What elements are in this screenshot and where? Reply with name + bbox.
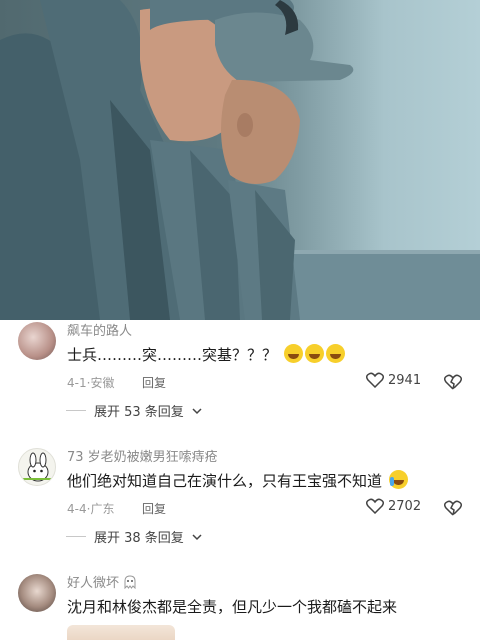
comment-text-body: 士兵………突………突基？？？ [67, 346, 278, 364]
heart-icon [366, 372, 384, 388]
expand-replies-button[interactable]: 展开 38 条回复 [66, 527, 202, 546]
comment-item: 好人微坏 沈月和林俊杰都是全责，但凡少一个我都磕不起来 [0, 572, 480, 640]
comment-location: 广东 [90, 502, 115, 516]
like-button[interactable]: 2941 [366, 372, 421, 388]
video-frame[interactable] [0, 0, 480, 320]
broken-heart-icon[interactable] [444, 500, 462, 516]
laugh-cry-emoji-icon [388, 470, 408, 489]
grin-emoji-icon [283, 344, 303, 363]
avatar[interactable] [18, 448, 56, 486]
chevron-down-icon [192, 533, 202, 540]
comment-text: 他们绝对知道自己在演什么，只有王宝强不知道 [67, 470, 408, 491]
soldiers-illustration [0, 0, 354, 320]
grin-emoji-icon [304, 344, 324, 363]
reply-button[interactable]: 回复 [142, 500, 166, 517]
comment-item: 飙车的路人 士兵………突………突基？？？ 4-1·安徽 回复 2941 展开 5… [0, 320, 480, 430]
comment-item: 73 岁老奶被嫩男狂嗦痔疮 他们绝对知道自己在演什么，只有王宝强不知道 4-4·… [0, 446, 480, 556]
ghost-icon [124, 575, 136, 590]
avatar[interactable] [18, 574, 56, 612]
divider-line [66, 536, 86, 537]
reply-button[interactable]: 回复 [142, 374, 166, 391]
avatar[interactable] [18, 322, 56, 360]
comments-panel: 飙车的路人 士兵………突………突基？？？ 4-1·安徽 回复 2941 展开 5… [0, 320, 480, 640]
expand-replies-label: 展开 38 条回复 [94, 531, 184, 546]
comment-date: 4-1 [67, 376, 87, 390]
comment-text: 士兵………突………突基？？？ [67, 344, 345, 365]
broken-heart-icon[interactable] [444, 374, 462, 390]
heart-icon [366, 498, 384, 514]
expand-replies-button[interactable]: 展开 53 条回复 [66, 401, 202, 420]
like-count: 2702 [388, 498, 422, 514]
comment-text: 沈月和林俊杰都是全责，但凡少一个我都磕不起来 [67, 598, 398, 616]
comment-meta: 4-1·安徽 [67, 374, 114, 391]
expand-replies-label: 展开 53 条回复 [94, 405, 184, 420]
comment-date: 4-4 [67, 502, 87, 516]
comment-location: 安徽 [90, 376, 115, 390]
comment-username[interactable]: 飙车的路人 [67, 320, 132, 339]
comment-username-text[interactable]: 好人微坏 [67, 576, 119, 591]
comment-image-thumbnail[interactable] [67, 625, 175, 640]
grin-emoji-icon [325, 344, 345, 363]
bunny-avatar-icon [23, 452, 53, 482]
chevron-down-icon [192, 407, 202, 414]
comment-meta: 4-4·广东 [67, 500, 114, 517]
comment-username: 好人微坏 [67, 572, 137, 591]
divider-line [66, 410, 86, 411]
like-count: 2941 [388, 372, 422, 388]
like-button[interactable]: 2702 [366, 498, 421, 514]
comment-text-body: 他们绝对知道自己在演什么，只有王宝强不知道 [67, 472, 383, 490]
comment-username[interactable]: 73 岁老奶被嫩男狂嗦痔疮 [67, 446, 218, 465]
